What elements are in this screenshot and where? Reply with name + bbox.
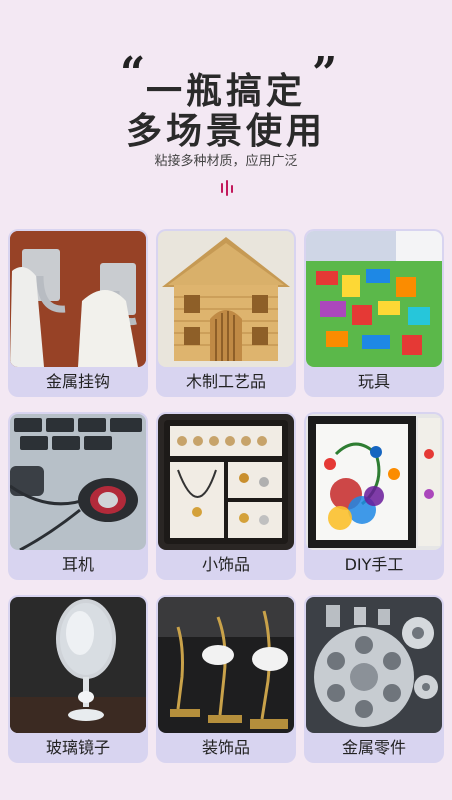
scene-label: 小饰品 (201, 555, 250, 574)
crane-statues-image (158, 597, 294, 733)
scene-card-earphones[interactable]: 耳机 (8, 412, 148, 580)
scene-card-diy-craft[interactable]: DIY手工 (304, 412, 444, 580)
scene-card-small-accessories[interactable]: 小饰品 (156, 412, 296, 580)
scene-label: 装饰品 (201, 738, 250, 757)
scene-label: 玻璃镜子 (45, 738, 110, 757)
metal-hook-image (10, 231, 146, 367)
page-subtitle: 粘接多种材质，应用广泛 (154, 154, 298, 169)
scene-label: DIY手工 (344, 555, 404, 574)
metal-parts-image (306, 597, 442, 733)
hero-header: “ 一瓶搞定 ” 多场景使用 粘接多种材质，应用广泛 (0, 0, 452, 220)
scene-label: 耳机 (61, 555, 94, 574)
divider-bars-icon (220, 180, 234, 198)
quilling-art-image (306, 414, 442, 550)
earphones-image (10, 414, 146, 550)
mirror-image (10, 597, 146, 733)
scene-label: 金属零件 (341, 738, 406, 757)
page-title-line2: 多场景使用 (125, 111, 326, 152)
wood-house-image (158, 231, 294, 367)
scene-label: 木制工艺品 (185, 372, 266, 391)
scene-label: 金属挂钩 (45, 372, 110, 391)
scene-label: 玩具 (357, 372, 390, 391)
scene-card-metal-parts[interactable]: 金属零件 (304, 595, 444, 763)
scene-card-decorations[interactable]: 装饰品 (156, 595, 296, 763)
scene-card-glass-mirror[interactable]: 玻璃镜子 (8, 595, 148, 763)
quote-close: ” (312, 48, 338, 99)
toy-blocks-image (306, 231, 442, 367)
scene-card-metal-hook[interactable]: 金属挂钩 (8, 229, 148, 397)
scene-card-toys[interactable]: 玩具 (304, 229, 444, 397)
scene-card-wood-craft[interactable]: 木制工艺品 (156, 229, 296, 397)
jewelry-box-image (158, 414, 294, 550)
